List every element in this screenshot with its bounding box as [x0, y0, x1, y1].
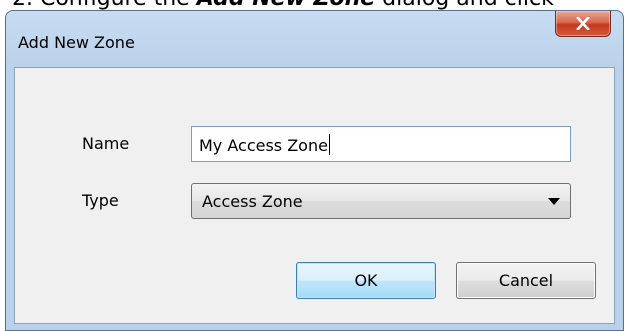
text-caret [328, 134, 330, 155]
name-input-value[interactable]: My Access Zone [199, 134, 330, 155]
close-x-icon [576, 17, 590, 30]
type-label: Type [82, 191, 119, 210]
dropdown-arrow-icon [548, 198, 560, 205]
add-new-zone-dialog: Add New Zone Name My Access Zone Type Ac… [5, 10, 624, 331]
ok-button[interactable]: OK [296, 262, 436, 299]
close-button[interactable] [555, 11, 611, 37]
dialog-title: Add New Zone [18, 33, 135, 52]
type-select[interactable]: Access Zone [191, 183, 571, 219]
dialog-client-area: Name My Access Zone Type Access Zone OK … [14, 67, 615, 324]
type-select-value: Access Zone [202, 192, 303, 211]
cancel-button[interactable]: Cancel [456, 262, 596, 299]
dialog-title-bar[interactable]: Add New Zone [6, 11, 623, 67]
name-label: Name [82, 134, 130, 153]
